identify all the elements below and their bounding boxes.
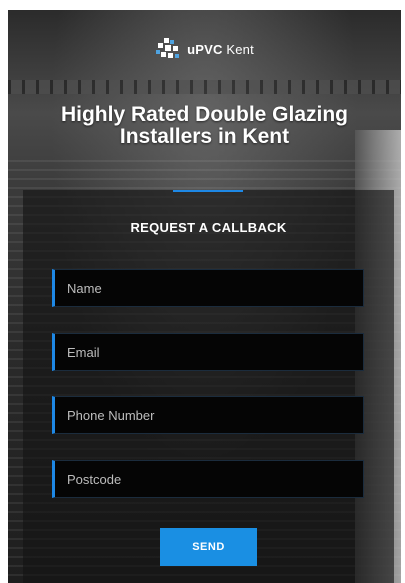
callback-form: REQUEST A CALLBACK SEND <box>23 190 394 583</box>
brand-name-bold: uPVC <box>187 41 223 57</box>
upvc-kent-logo-icon <box>156 38 180 58</box>
landing-page: uPVC Kent Highly Rated Double Glazing In… <box>0 0 405 583</box>
roof-eave-decoration <box>8 80 401 94</box>
name-field[interactable] <box>52 269 364 307</box>
phone-number-field[interactable] <box>52 396 364 434</box>
form-accent-bar <box>173 190 243 192</box>
brand-name-light: Kent <box>222 41 254 57</box>
brand-logo[interactable]: uPVC Kent <box>8 37 401 61</box>
form-title: REQUEST A CALLBACK <box>130 220 287 235</box>
page-headline: Highly Rated Double Glazing Installers i… <box>60 103 349 148</box>
email-field[interactable] <box>52 333 364 371</box>
send-button[interactable]: SEND <box>160 528 257 566</box>
brand-name: uPVC Kent <box>187 42 254 57</box>
postcode-field[interactable] <box>52 460 364 498</box>
